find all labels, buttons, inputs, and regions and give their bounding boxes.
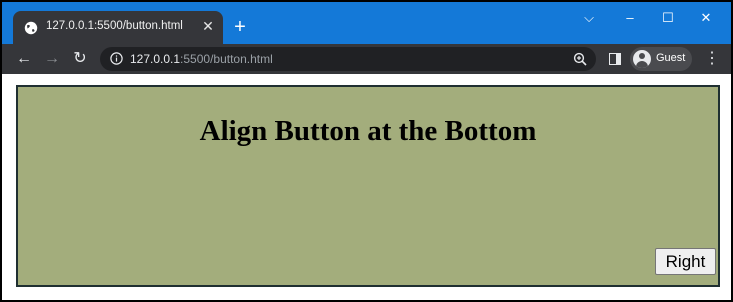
guest-avatar-icon bbox=[633, 50, 651, 68]
page-viewport: Align Button at the Bottom Right bbox=[2, 74, 731, 300]
forward-button[interactable]: → bbox=[42, 49, 62, 69]
reload-button[interactable]: ↻ bbox=[70, 49, 90, 69]
zoom-icon[interactable] bbox=[573, 52, 587, 66]
page-heading: Align Button at the Bottom bbox=[199, 115, 537, 147]
maximize-button[interactable]: ☐ bbox=[652, 8, 684, 28]
side-panel-icon[interactable] bbox=[609, 53, 621, 65]
close-window-button[interactable]: ✕ bbox=[690, 8, 722, 28]
right-button[interactable]: Right bbox=[655, 248, 716, 275]
profile-button[interactable]: Guest bbox=[630, 47, 692, 71]
tab-close-icon[interactable]: ✕ bbox=[199, 17, 217, 35]
tab-strip: 127.0.0.1:5500/button.html ✕ + ⌵ – ☐ ✕ bbox=[2, 2, 731, 44]
new-tab-button[interactable]: + bbox=[230, 17, 250, 37]
tab-title: 127.0.0.1:5500/button.html bbox=[46, 20, 183, 32]
browser-window: 127.0.0.1:5500/button.html ✕ + ⌵ – ☐ ✕ ←… bbox=[0, 0, 733, 302]
url-host: 127.0.0.1 bbox=[130, 52, 181, 66]
more-menu-icon[interactable]: ⋮ bbox=[704, 49, 720, 69]
minimize-button[interactable]: – bbox=[614, 8, 646, 28]
info-icon[interactable] bbox=[110, 52, 123, 65]
back-button[interactable]: ← bbox=[14, 49, 34, 69]
tab-search-icon[interactable]: ⌵ bbox=[573, 8, 605, 28]
address-url: 127.0.0.1:5500/button.html bbox=[130, 52, 273, 66]
tab-active[interactable]: 127.0.0.1:5500/button.html ✕ bbox=[13, 11, 223, 44]
url-path: :5500/button.html bbox=[180, 52, 273, 66]
content-container: Align Button at the Bottom Right bbox=[16, 85, 720, 287]
globe-icon bbox=[24, 21, 38, 35]
profile-label: Guest bbox=[656, 52, 686, 64]
browser-toolbar: ← → ↻ 127.0.0.1:5500/button.html Guest ⋮ bbox=[2, 44, 731, 74]
address-bar[interactable]: 127.0.0.1:5500/button.html bbox=[100, 47, 596, 71]
